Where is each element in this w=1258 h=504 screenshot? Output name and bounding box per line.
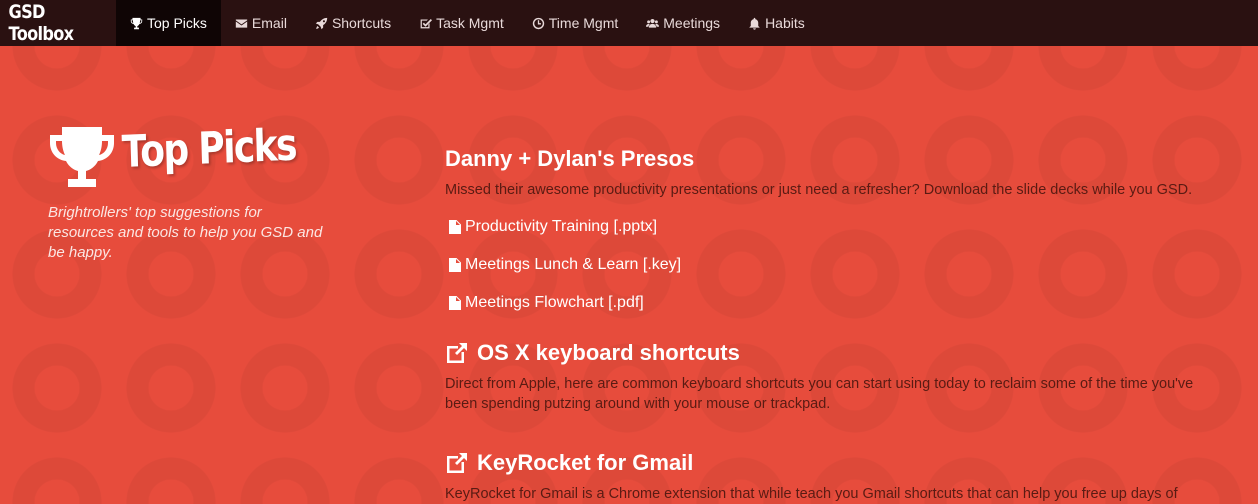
hero-tagline: Brightrollers' top suggestions for resou…	[48, 204, 323, 261]
file-icon	[449, 220, 461, 234]
nav-item-meetings[interactable]: Meetings	[632, 0, 734, 46]
section-title: KeyRocket for Gmail	[477, 450, 694, 475]
file-link[interactable]: Meetings Lunch & Learn [.key]	[449, 246, 1192, 284]
section-presos: Danny + Dylan's Presos Missed their awes…	[445, 146, 1192, 322]
section-keyrocket: KeyRocket for Gmail KeyRocket for Gmail …	[445, 450, 1178, 504]
file-label: Meetings Lunch & Learn [.key]	[465, 256, 682, 273]
nav-label: Email	[251, 15, 287, 31]
nav-label: Task Mgmt	[436, 15, 504, 31]
section-title-link[interactable]: OS X keyboard shortcuts	[445, 340, 1225, 366]
file-icon	[449, 296, 461, 310]
nav-item-shortcuts[interactable]: Shortcuts	[301, 0, 405, 46]
nav-item-habits[interactable]: Habits	[734, 0, 819, 46]
checkbox-icon	[420, 18, 433, 28]
external-link-icon	[447, 453, 467, 473]
section-title: Danny + Dylan's Presos	[445, 146, 695, 171]
file-label: Meetings Flowchart [.pdf]	[465, 294, 644, 311]
clock-icon	[532, 17, 544, 29]
bell-icon	[749, 17, 760, 30]
file-icon	[449, 258, 461, 272]
nav-label: Meetings	[663, 15, 721, 31]
trophy-icon	[50, 127, 114, 187]
nav-item-email[interactable]: Email	[221, 0, 301, 46]
nav-item-task-mgmt[interactable]: Task Mgmt	[405, 0, 518, 46]
file-label: Productivity Training [.pptx]	[465, 218, 658, 235]
file-link[interactable]: Meetings Flowchart [.pdf]	[449, 284, 1192, 322]
nav-label: Shortcuts	[331, 15, 392, 31]
nav-item-top-picks[interactable]: Top Picks	[116, 0, 221, 46]
section-title-link[interactable]: KeyRocket for Gmail	[445, 450, 1178, 476]
section-description: Missed their awesome productivity presen…	[445, 182, 1193, 198]
section-osx-shortcuts: OS X keyboard shortcuts Direct from Appl…	[445, 340, 1225, 414]
envelope-icon	[235, 18, 248, 28]
nav-label: Time Mgmt	[548, 15, 619, 31]
navbar: GSD Toolbox Top Picks Email Shortcuts Ta…	[0, 0, 1258, 46]
file-link[interactable]: Productivity Training [.pptx]	[449, 208, 1192, 246]
section-description: Direct from Apple, here are common keybo…	[445, 376, 1194, 412]
rocket-icon	[315, 17, 328, 29]
external-link-icon	[447, 343, 467, 363]
section-description: KeyRocket for Gmail is a Chrome extensio…	[445, 486, 1178, 502]
users-icon	[646, 18, 660, 28]
trophy-icon	[130, 17, 143, 29]
file-list: Productivity Training [.pptx] Meetings L…	[449, 208, 1192, 322]
section-title: OS X keyboard shortcuts	[477, 340, 740, 365]
hero-title: Top Picks	[121, 119, 297, 178]
nav-label: Top Picks	[147, 15, 207, 31]
hero-heading: Top Picks	[48, 120, 338, 189]
brand-logo[interactable]: GSD Toolbox	[0, 0, 99, 46]
nav-label: Habits	[765, 15, 805, 31]
hero-panel: Top Picks Brightrollers' top suggestions…	[48, 120, 338, 263]
nav-item-time-mgmt[interactable]: Time Mgmt	[518, 0, 632, 46]
